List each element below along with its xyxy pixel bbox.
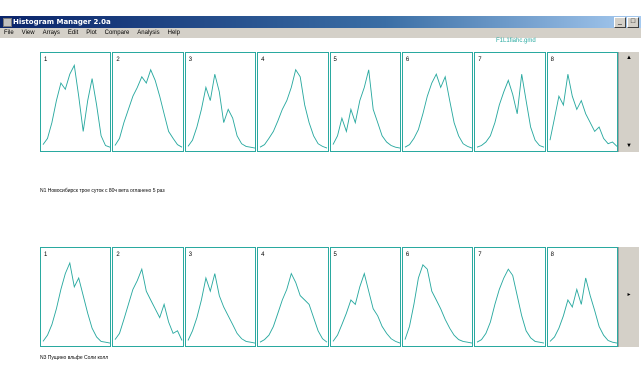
histogram-panel[interactable]: 6: [401, 247, 474, 347]
histogram-strip-1: 12345678: [40, 52, 618, 152]
histogram-panel[interactable]: 8: [546, 52, 618, 152]
histogram-panel[interactable]: 7: [474, 52, 546, 152]
strip-2-caption: N3 Пущино вльфе Соли колл: [40, 355, 109, 361]
histogram-plot: [42, 261, 111, 344]
histogram-plot: [477, 268, 545, 344]
histogram-curve: [549, 74, 617, 147]
menu-arrays[interactable]: Arrays: [39, 28, 64, 38]
histogram-plot: [114, 68, 183, 148]
histogram-panel[interactable]: 6: [401, 52, 474, 152]
histogram-panel[interactable]: 5: [329, 52, 401, 152]
histogram-panel[interactable]: 2: [112, 247, 184, 347]
histogram-panel[interactable]: 2: [112, 52, 184, 152]
file-name-label: F1L1fiahc.gmd: [496, 38, 536, 44]
title-bar: Histogram Manager 2.0a _ □: [0, 16, 641, 28]
histogram-plot: [187, 74, 255, 149]
histogram-curve: [332, 272, 400, 344]
histogram-curve: [42, 63, 111, 148]
menu-help[interactable]: Help: [164, 28, 184, 38]
histogram-panel[interactable]: 4: [257, 52, 329, 152]
scroll-down-button[interactable]: ▼: [619, 142, 639, 150]
histogram-curve: [477, 268, 545, 344]
menu-bar: File View Arrays Edit Plot Compare Analy…: [0, 28, 641, 38]
histogram-plot: [404, 73, 473, 149]
histogram-panel[interactable]: 8: [546, 247, 618, 347]
histogram-curve: [42, 261, 111, 344]
histogram-panel[interactable]: 1: [40, 247, 112, 347]
histogram-plot: [259, 272, 328, 343]
histogram-panel[interactable]: 3: [184, 52, 257, 152]
menu-view[interactable]: View: [18, 28, 39, 38]
histogram-curve: [115, 267, 183, 341]
histogram-curve: [259, 272, 328, 343]
histogram-curve: [404, 263, 472, 344]
histogram-panel[interactable]: 4: [257, 247, 329, 347]
menu-edit[interactable]: Edit: [64, 28, 82, 38]
histogram-plot: [187, 273, 255, 344]
histogram-curve: [477, 74, 545, 148]
histogram-curve: [332, 69, 400, 149]
histogram-panel[interactable]: 5: [329, 247, 401, 347]
window-title: Histogram Manager 2.0a: [13, 18, 111, 26]
histogram-plot: [332, 272, 400, 344]
histogram-curve: [187, 74, 255, 149]
histogram-curve: [187, 273, 255, 344]
histogram-curve: [549, 277, 617, 344]
histogram-panel[interactable]: 1: [40, 52, 112, 152]
histogram-curve: [404, 73, 473, 149]
histogram-plot: [404, 263, 472, 344]
histogram-plot: [115, 267, 183, 341]
scroll-up-button[interactable]: ▲: [619, 54, 639, 62]
histogram-plot: [549, 277, 617, 344]
strip-1-caption: N1 Новосибирск трое суток с 80ч вета огл…: [40, 188, 165, 194]
histogram-panel[interactable]: 3: [184, 247, 257, 347]
histogram-plot: [332, 69, 400, 149]
histogram-curve: [114, 68, 183, 148]
histogram-curve: [259, 68, 328, 149]
histogram-plot: [549, 74, 617, 147]
menu-analysis[interactable]: Analysis: [133, 28, 163, 38]
histogram-panel[interactable]: 7: [474, 247, 546, 347]
menu-file[interactable]: File: [0, 28, 18, 38]
histogram-strip-2: 12345678: [40, 247, 618, 347]
minimize-button[interactable]: _: [614, 17, 626, 28]
menu-plot[interactable]: Plot: [82, 28, 100, 38]
menu-compare[interactable]: Compare: [101, 28, 134, 38]
scroll-right-arrow-icon[interactable]: ▸: [619, 291, 639, 298]
maximize-button[interactable]: □: [627, 17, 639, 28]
histogram-plot: [259, 68, 328, 149]
strip-1-scrollbar[interactable]: ▲ ▼: [618, 52, 639, 152]
histogram-plot: [477, 74, 545, 148]
strip-2-scrollbar[interactable]: ▸: [618, 247, 639, 347]
histogram-plot: [42, 63, 111, 148]
app-icon: [3, 18, 12, 27]
